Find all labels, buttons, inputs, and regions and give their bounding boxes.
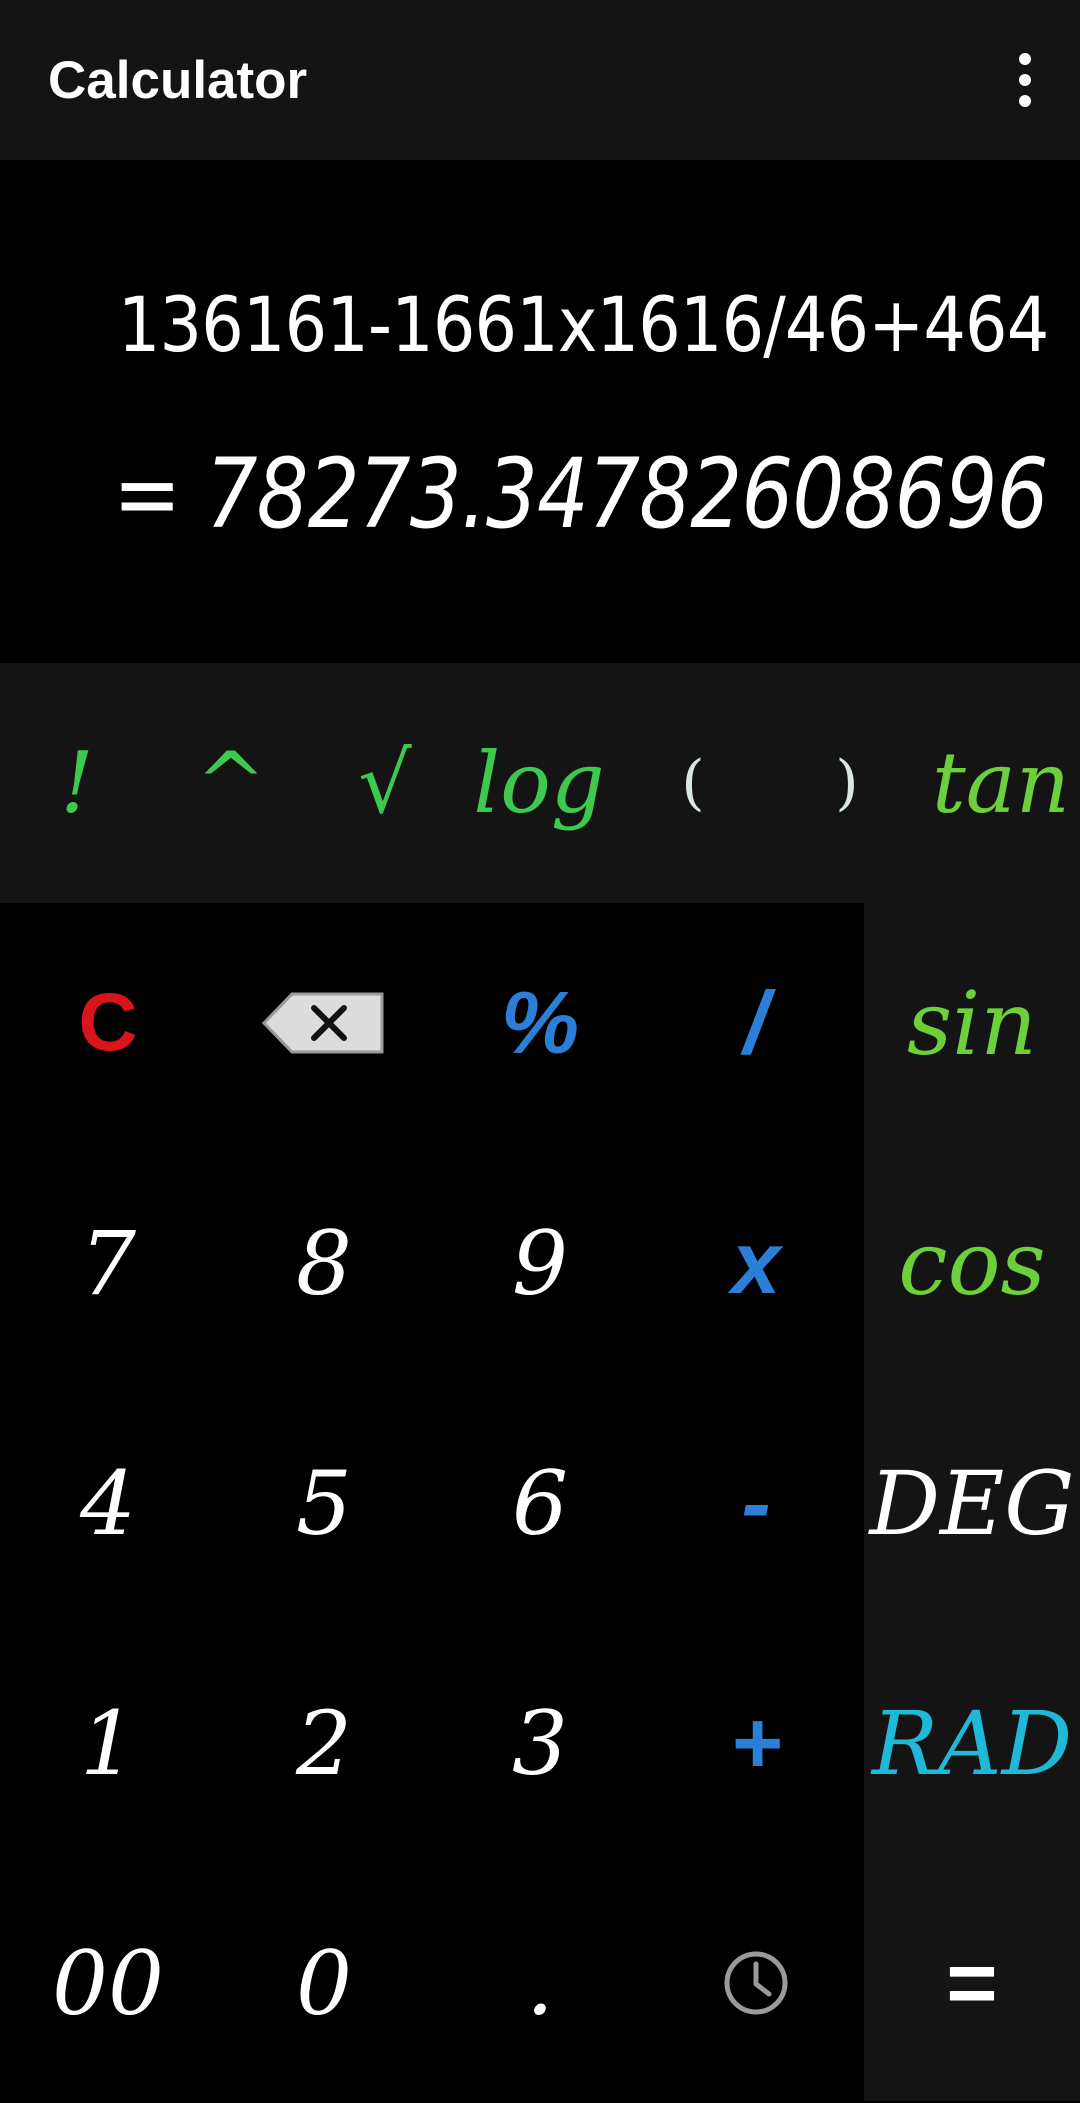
digit-3-button[interactable]: 3	[432, 1623, 648, 1863]
divide-button[interactable]: /	[648, 903, 864, 1143]
clear-button[interactable]: C	[0, 903, 216, 1143]
menu-dot	[1019, 74, 1031, 86]
digit-0-button[interactable]: 0	[216, 1863, 432, 2103]
history-icon	[724, 1951, 788, 2015]
open-paren-button[interactable]: (	[616, 663, 770, 903]
history-button[interactable]	[648, 1863, 864, 2103]
sqrt-button[interactable]: √	[308, 663, 462, 903]
function-column: sin cos DEG RAD =	[864, 903, 1080, 2101]
app-bar: Calculator	[0, 0, 1080, 160]
digit-4-button[interactable]: 4	[0, 1383, 216, 1623]
app-title: Calculator	[48, 50, 308, 110]
plus-button[interactable]: +	[648, 1623, 864, 1863]
multiply-button[interactable]: x	[648, 1143, 864, 1383]
log-button[interactable]: log	[462, 663, 616, 903]
scientific-row: ! ^ √ log ( ) tan	[0, 663, 1080, 903]
cos-button[interactable]: cos	[864, 1143, 1080, 1383]
digit-5-button[interactable]: 5	[216, 1383, 432, 1623]
more-vert-icon[interactable]	[990, 40, 1060, 120]
equals-button[interactable]: =	[864, 1863, 1080, 2103]
digit-8-button[interactable]: 8	[216, 1143, 432, 1383]
deg-button[interactable]: DEG	[864, 1383, 1080, 1623]
menu-dot	[1019, 95, 1031, 107]
expression-text[interactable]: 136161-1661x1616/46+464	[117, 280, 1048, 369]
rad-button[interactable]: RAD	[864, 1623, 1080, 1863]
backspace-button[interactable]	[216, 903, 432, 1143]
digit-6-button[interactable]: 6	[432, 1383, 648, 1623]
percent-button[interactable]: %	[432, 903, 648, 1143]
factorial-button[interactable]: !	[0, 663, 154, 903]
digit-2-button[interactable]: 2	[216, 1623, 432, 1863]
decimal-point-button[interactable]: .	[432, 1863, 648, 2103]
power-button[interactable]: ^	[154, 663, 308, 903]
tan-button[interactable]: tan	[924, 663, 1078, 903]
menu-dot	[1019, 53, 1031, 65]
backspace-icon	[262, 992, 384, 1054]
digit-7-button[interactable]: 7	[0, 1143, 216, 1383]
digit-1-button[interactable]: 1	[0, 1623, 216, 1863]
keypad: C % / 7 8 9 x 4 5 6 - 1 2 3 + 00 0 .	[0, 903, 864, 2101]
minus-button[interactable]: -	[648, 1383, 864, 1623]
close-paren-button[interactable]: )	[770, 663, 924, 903]
double-zero-button[interactable]: 00	[0, 1863, 216, 2103]
sin-button[interactable]: sin	[864, 903, 1080, 1143]
result-text: = 78273.34782608696	[113, 438, 1049, 550]
digit-9-button[interactable]: 9	[432, 1143, 648, 1383]
calculator-display: 136161-1661x1616/46+464 = 78273.34782608…	[0, 160, 1080, 663]
